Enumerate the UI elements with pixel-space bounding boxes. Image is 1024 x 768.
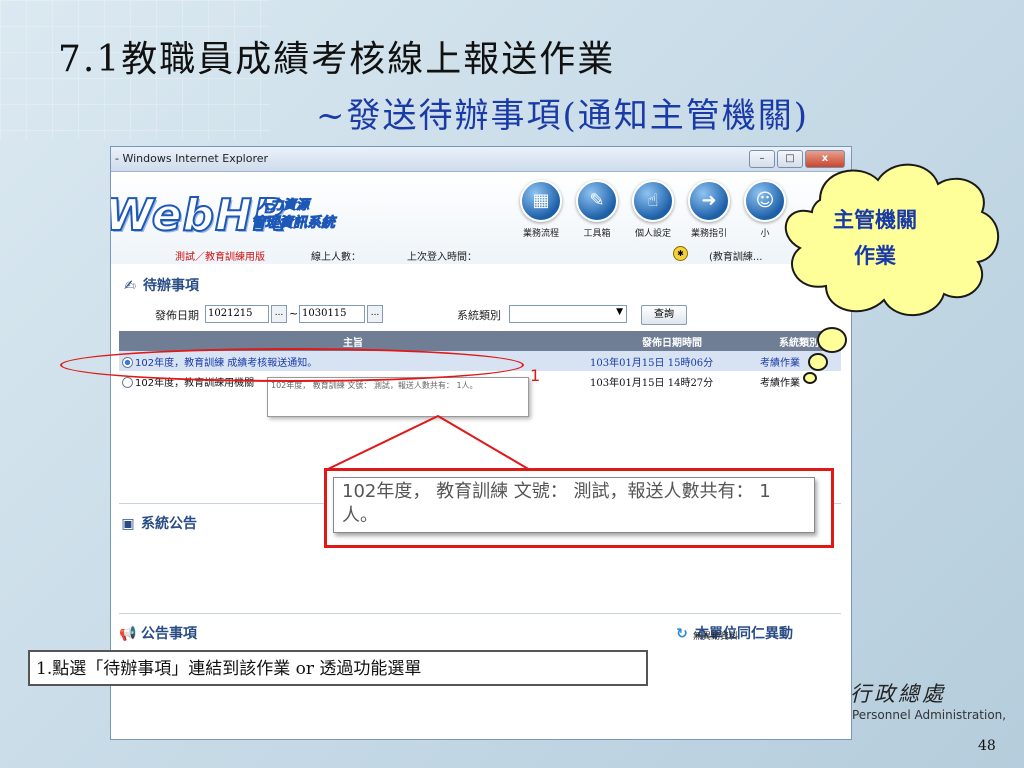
toolbar-label: 業務指引 [690, 229, 727, 239]
date-label: 發佈日期 [155, 309, 199, 322]
cloud-text: 主管機關 作業 [800, 202, 950, 274]
slide-subtitle: ~發送待辦事項(通知主管機關) [316, 96, 810, 136]
cloud-bubble-medium [808, 353, 828, 371]
dropdown-arrow-icon: ▼ [616, 307, 623, 317]
announcements-heading[interactable]: 📢 公告事項 [119, 623, 197, 643]
info-bar: 測試／教育訓練用版 線上人數： 上次登入時間： ✱ (教育訓練... [111, 244, 851, 264]
instruction-note: 1.點選「待辦事項」連結到該作業 or 透過功能選單 [28, 650, 648, 686]
unit-label: (教育訓練... [709, 252, 763, 263]
logo-subtitle-1: 人力資源 [257, 198, 310, 214]
column-header-datetime[interactable]: 發佈日期時間 [587, 331, 757, 351]
flowchart-icon: ▦ [520, 180, 562, 222]
system-notice-heading[interactable]: ▣ 系統公告 [119, 513, 197, 533]
system-category-label: 系統類別 [457, 309, 501, 322]
highlight-ellipse [60, 348, 524, 382]
personal-settings-icon: ☝ [632, 180, 674, 222]
window-title: - Windows Internet Explorer [115, 152, 269, 165]
guide-icon: ➜ [688, 180, 730, 222]
step-number-marker: 1 [530, 366, 541, 385]
notepad-icon: ✍ [124, 278, 136, 294]
toolbar-item-toolbox[interactable]: ✎ 工具箱 [567, 180, 627, 239]
online-count-label: 線上人數： [311, 252, 361, 263]
todo-heading-label: 待辦事項 [143, 278, 199, 294]
date-separator: ~ [289, 307, 299, 320]
refresh-icon: ↻ [676, 626, 688, 642]
org-name-english: Personnel Administration, [852, 708, 1007, 722]
page-number: 48 [978, 738, 996, 754]
logo-subtitle-2: 管理資訊系統 [251, 215, 336, 232]
staff-changes-empty: 無異動資料 [693, 632, 739, 642]
row-datetime: 103年01月15日 14時27分 [590, 377, 714, 389]
toolbar-item-personal[interactable]: ☝ 個人設定 [623, 180, 683, 239]
row-datetime: 103年01月15日 15時06分 [590, 357, 714, 369]
announcements-label: 公告事項 [141, 626, 197, 642]
toolbar-label: 工具箱 [583, 229, 611, 239]
date-to-picker-button[interactable]: ... [367, 305, 383, 323]
date-to-input[interactable]: 1030115 [299, 305, 365, 323]
callout-box: 102年度， 教育訓練 文號： 測試，報送人數共有： 1人。 [324, 468, 834, 548]
app-header: WebHR 人力資源 管理資訊系統 ▦ 業務流程 ✎ 工具箱 ☝ 個人設定 ➜ … [111, 172, 851, 264]
cloud-text-line2: 作業 [854, 244, 896, 268]
system-notice-label: 系統公告 [141, 516, 197, 532]
environment-label: 測試／教育訓練用版 [175, 252, 265, 263]
divider [119, 613, 841, 614]
toolbar-label: 業務流程 [522, 229, 559, 239]
slide-title: 7.1教職員成績考核線上報送作業 [58, 39, 616, 80]
system-category-select[interactable]: ▼ [509, 305, 627, 323]
toolbox-icon: ✎ [576, 180, 618, 222]
date-from-picker-button[interactable]: ... [271, 305, 287, 323]
row-tooltip: 102年度， 教育訓練 文號： 測試，報送人數共有： 1人。 [267, 377, 529, 417]
badge-icon[interactable]: ✱ [673, 246, 688, 261]
last-login-label: 上次登入時間： [407, 252, 477, 263]
megaphone-icon: 📢 [119, 626, 137, 642]
callout-tooltip: 102年度， 教育訓練 文號： 測試，報送人數共有： 1人。 [333, 477, 815, 533]
org-name-chinese: 行政總處 [850, 682, 946, 706]
cloud-bubble-small [803, 372, 817, 384]
toolbar-label: 個人設定 [634, 229, 671, 239]
radio-icon[interactable] [122, 377, 133, 388]
query-button[interactable]: 查詢 [641, 305, 687, 325]
todo-heading[interactable]: ✍ 待辦事項 [121, 275, 199, 295]
projector-icon: ▣ [121, 516, 135, 532]
cloud-text-line1: 主管機關 [833, 208, 917, 232]
window-titlebar: - Windows Internet Explorer – □ x [111, 147, 851, 172]
cloud-bubble-large [817, 327, 847, 353]
date-from-input[interactable]: 1021215 [205, 305, 269, 323]
toolbar-item-flow[interactable]: ▦ 業務流程 [511, 180, 571, 239]
toolbar-item-guide[interactable]: ➜ 業務指引 [679, 180, 739, 239]
